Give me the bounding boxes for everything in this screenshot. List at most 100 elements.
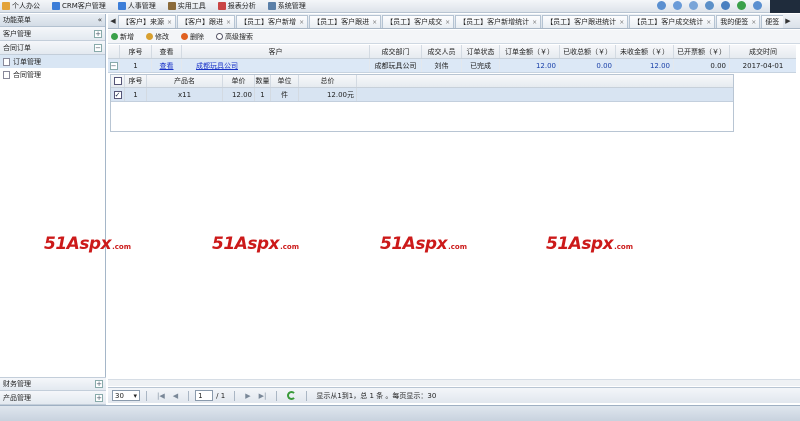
- col-header[interactable]: 单价: [223, 75, 255, 87]
- close-tab-icon[interactable]: ×: [167, 19, 172, 26]
- col-header[interactable]: 单位: [271, 75, 299, 87]
- horizontal-scrollbar[interactable]: [108, 379, 800, 386]
- top-menu-bar: 个人办公 CRM客户管理 人事管理 实用工具 报表分析 系统管理: [0, 0, 800, 13]
- last-page-icon[interactable]: ▶|: [259, 392, 267, 400]
- corner-logo: [770, 0, 800, 13]
- close-tab-icon[interactable]: ×: [532, 19, 537, 26]
- home-icon[interactable]: [657, 1, 666, 10]
- col-header[interactable]: 客户: [182, 45, 370, 58]
- page-number-input[interactable]: 1: [195, 390, 214, 401]
- col-header[interactable]: 总价: [299, 75, 357, 87]
- tab[interactable]: 【客户】跟进 ×: [177, 15, 236, 28]
- sidebar-item-contracts[interactable]: 合同管理: [0, 68, 105, 81]
- delete-button[interactable]: 删除: [181, 32, 204, 42]
- add-button[interactable]: 新增: [111, 32, 134, 42]
- user-icon[interactable]: [673, 1, 682, 10]
- close-tab-icon[interactable]: ×: [299, 19, 304, 26]
- col-header[interactable]: 成交时间: [730, 45, 796, 58]
- top-menu-label: 人事管理: [127, 2, 156, 10]
- expand-icon[interactable]: +: [95, 393, 103, 402]
- expand-icon[interactable]: +: [94, 29, 102, 38]
- top-menu-item[interactable]: 人事管理: [117, 1, 156, 11]
- col-header[interactable]: 查看: [152, 45, 182, 58]
- subgrid-row[interactable]: ✓ 1 x11 12.00 1 件 12.00元: [111, 88, 733, 102]
- next-page-icon[interactable]: ▶: [245, 392, 250, 400]
- col-header[interactable]: 订单金额（￥）: [500, 45, 560, 58]
- col-header[interactable]: 产品名: [147, 75, 223, 87]
- tab[interactable]: 【客户】来源 ×: [118, 15, 177, 28]
- tab-scroll-left-icon[interactable]: ◀: [108, 14, 118, 28]
- top-menu-item[interactable]: 系统管理: [267, 1, 306, 11]
- report-icon: [217, 2, 226, 10]
- sidebar-section-label: 客户管理: [3, 29, 31, 38]
- add-icon: [111, 33, 118, 40]
- tab[interactable]: 【员工】客户成交统计 ×: [629, 15, 716, 28]
- close-tab-icon[interactable]: ×: [706, 19, 711, 26]
- customer-link[interactable]: 成都玩具公司: [196, 61, 238, 71]
- top-menu-item[interactable]: 报表分析: [217, 1, 256, 11]
- col-header[interactable]: 已开票额（￥）: [674, 45, 730, 58]
- refresh-icon[interactable]: [287, 391, 297, 400]
- row-checkbox[interactable]: ✓: [113, 90, 122, 99]
- col-header[interactable]: 已收总额（￥）: [560, 45, 616, 58]
- collapse-sidebar-icon[interactable]: «: [98, 16, 102, 24]
- sidebar-section-contract[interactable]: 合同订单 −: [0, 41, 105, 55]
- sidebar-item-orders[interactable]: 订单管理: [0, 55, 105, 68]
- col-header[interactable]: 订单状态: [462, 45, 500, 58]
- col-header[interactable]: 成交人员: [422, 45, 462, 58]
- tab-scroll-right-icon[interactable]: ▶: [783, 14, 793, 28]
- top-menu-item[interactable]: 实用工具: [167, 1, 206, 11]
- prev-page-icon[interactable]: ◀: [173, 392, 178, 400]
- select-all-checkbox[interactable]: [113, 77, 122, 85]
- tab[interactable]: 便签×: [761, 15, 783, 28]
- top-menu-item[interactable]: 个人办公: [2, 1, 40, 11]
- advanced-search-button[interactable]: 高级搜索: [216, 32, 253, 42]
- close-tab-icon[interactable]: ×: [445, 19, 450, 26]
- watermark-brand: 51Aspx: [212, 234, 280, 254]
- logout-icon[interactable]: [753, 1, 762, 10]
- col-header[interactable]: 序号: [120, 45, 152, 58]
- collapse-icon[interactable]: −: [94, 43, 102, 52]
- sub-qty: 1: [255, 88, 271, 101]
- tab[interactable]: 【员工】客户跟进 ×: [309, 15, 382, 28]
- close-tab-icon[interactable]: ×: [751, 19, 756, 26]
- document-icon: [3, 70, 10, 79]
- help-icon[interactable]: [721, 1, 730, 10]
- lock-icon[interactable]: [689, 1, 698, 10]
- view-link[interactable]: 查看: [152, 59, 182, 72]
- settings-icon[interactable]: [705, 1, 714, 10]
- tab[interactable]: 【员工】客户跟进统计 ×: [542, 15, 629, 28]
- sub-name: x11: [147, 88, 223, 101]
- col-header[interactable]: 序号: [125, 75, 147, 87]
- sidebar-section-finance[interactable]: 财务管理 +: [0, 377, 106, 391]
- green-icon[interactable]: [737, 1, 746, 10]
- divider: [234, 390, 236, 401]
- gear-icon: [267, 2, 276, 10]
- close-tab-icon[interactable]: ×: [372, 19, 377, 26]
- tab[interactable]: 【员工】客户新增 ×: [236, 15, 309, 28]
- toolbar: 新增 修改 删除 高级搜索: [108, 30, 800, 44]
- tab[interactable]: 【员工】客户新增统计 ×: [455, 15, 542, 28]
- collapse-icon[interactable]: −: [109, 61, 118, 70]
- top-menu-label: CRM客户管理: [62, 2, 106, 10]
- tab[interactable]: 【员工】客户成交 ×: [382, 15, 455, 28]
- expand-icon[interactable]: +: [95, 380, 103, 388]
- top-menu-item[interactable]: CRM客户管理: [52, 1, 106, 11]
- col-header[interactable]: 未收金额（￥）: [616, 45, 674, 58]
- edit-button[interactable]: 修改: [146, 32, 169, 42]
- col-header[interactable]: 数量: [255, 75, 271, 87]
- sub-no: 1: [125, 88, 147, 101]
- watermark-brand: 51Aspx: [380, 234, 448, 254]
- watermark: 51Aspx .com: [44, 234, 131, 254]
- tab[interactable]: 我的便签 ×: [716, 15, 761, 28]
- page-size-select[interactable]: 30 ▾: [112, 390, 140, 401]
- close-tab-icon[interactable]: ×: [226, 19, 231, 26]
- table-row[interactable]: − 1 查看 成都玩具公司 成都玩具公司 刘伟 已完成 12.00 0.00 1…: [108, 59, 796, 73]
- row-collapse-icon[interactable]: −: [108, 59, 120, 72]
- first-page-icon[interactable]: |◀: [157, 392, 165, 400]
- close-tab-icon[interactable]: ×: [619, 19, 624, 26]
- col-header[interactable]: 成交部门: [370, 45, 422, 58]
- sidebar-section-products[interactable]: 产品管理 +: [0, 391, 106, 405]
- sidebar-section-customer[interactable]: 客户管理 +: [0, 27, 105, 41]
- watermark-suffix: .com: [448, 243, 467, 251]
